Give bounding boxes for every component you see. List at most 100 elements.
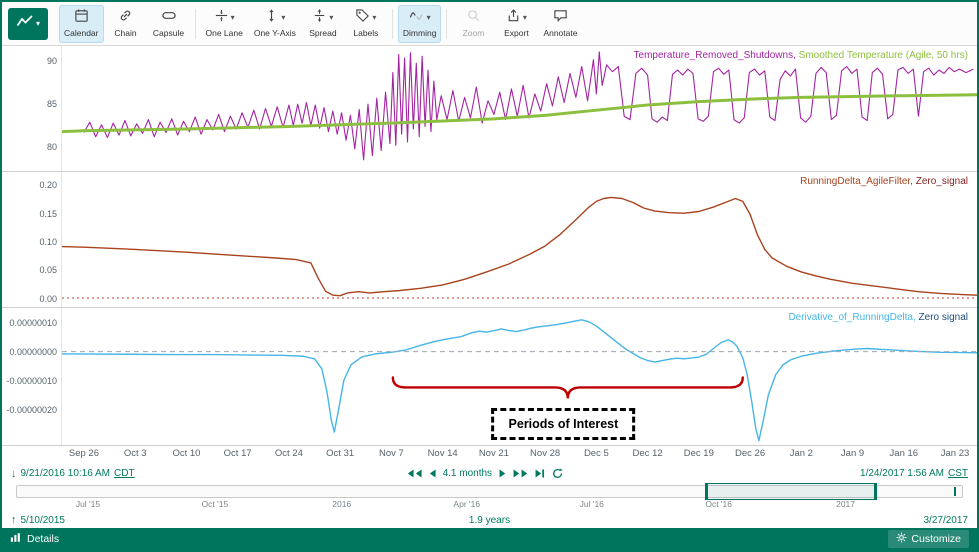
x-axis[interactable]: Sep 26Oct 3Oct 10Oct 17Oct 24Oct 31Nov 7… (62, 446, 977, 463)
toolbar-button-label: Capsule (153, 28, 184, 38)
y-axis-derivative[interactable]: 0.000000100.00000000-0.00000010-0.000000… (2, 308, 61, 445)
details-label: Details (27, 533, 59, 545)
chevron-down-icon: ▾ (329, 14, 333, 22)
customize-label: Customize (911, 533, 961, 545)
plot-area-derivative[interactable]: Derivative_of_RunningDelta, Zero signal … (61, 308, 977, 445)
chart-bars-icon (10, 532, 22, 546)
capsule-icon (161, 8, 177, 28)
lane-legend: RunningDelta_AgileFilter, Zero_signal (800, 176, 968, 187)
step-back-button[interactable] (429, 469, 436, 478)
display-end-timestamp[interactable]: 1/24/2017 1:56 AM (860, 468, 944, 479)
display-range-end[interactable]: 1/24/2017 1:56 AM CST (860, 468, 968, 479)
toolbar-button-label: One Lane (206, 28, 243, 38)
toolbar: ▾ CalendarChainCapsule▾One Lane▾One Y-Ax… (2, 2, 977, 46)
lane-temperature: 908580 Temperature_Removed_Shutdowns, Sm… (2, 46, 977, 172)
x-tick-label: Dec 19 (684, 448, 714, 459)
legend-item[interactable]: Zero signal (919, 312, 968, 323)
y-tick-label: 0.00000000 (9, 347, 57, 357)
legend-item[interactable]: RunningDelta_AgileFilter (800, 176, 910, 187)
x-tick-label: Oct 17 (224, 448, 252, 459)
y-axis-temperature[interactable]: 908580 (2, 46, 61, 171)
lane-legend: Derivative_of_RunningDelta, Zero signal (788, 312, 968, 323)
toolbar-button-spread[interactable]: ▾Spread (302, 5, 344, 43)
auto-update-button[interactable] (552, 468, 563, 479)
y-tick-label: 0.10 (39, 237, 57, 247)
lane-plot-svg[interactable] (62, 172, 977, 307)
trend-view-button[interactable]: ▾ (8, 8, 48, 40)
toolbar-separator (392, 9, 393, 39)
legend-item[interactable]: Smoothed Temperature (Agile, 50 hrs) (799, 50, 968, 61)
one-y-axis-icon (264, 8, 279, 28)
x-tick-label: Nov 21 (479, 448, 509, 459)
display-start-timestamp[interactable]: 9/21/2016 10:16 AM (21, 468, 111, 479)
toolbar-button-dimming[interactable]: ▾Dimming (398, 5, 442, 43)
toolbar-button-calendar[interactable]: Calendar (59, 5, 104, 43)
bottom-panel-bar: Details Customize (2, 528, 977, 550)
x-tick-label: Oct 10 (172, 448, 200, 459)
toolbar-button-one-y-axis[interactable]: ▾One Y-Axis (249, 5, 301, 43)
toolbar-button-labels[interactable]: ▾Labels (345, 5, 387, 43)
chevron-down-icon: ▾ (281, 14, 285, 22)
display-range-start[interactable]: ↓ 9/21/2016 10:16 AM CDT (11, 468, 135, 480)
display-end-timezone[interactable]: CST (948, 468, 968, 479)
x-tick-label: Nov 28 (530, 448, 560, 459)
toolbar-button-capsule[interactable]: Capsule (148, 5, 190, 43)
series-runningdelta-agilefilter[interactable] (62, 197, 977, 295)
y-tick-label: 80 (47, 142, 57, 152)
y-tick-label: 0.20 (39, 180, 57, 190)
go-to-end-button[interactable] (535, 469, 545, 478)
chevron-down-icon: ▾ (427, 14, 431, 22)
dimming-icon (409, 8, 425, 28)
trend-chart-area[interactable]: 908580 Temperature_Removed_Shutdowns, Sm… (2, 46, 977, 463)
brace-annotation[interactable] (393, 377, 743, 398)
step-forward-button[interactable] (499, 469, 506, 478)
zoom-icon (466, 8, 481, 28)
toolbar-button-group: CalendarChainCapsule▾One Lane▾One Y-Axis… (59, 5, 582, 43)
gear-icon (896, 532, 907, 546)
toolbar-button-label: Annotate (543, 28, 577, 38)
investigate-end-date[interactable]: 3/27/2017 (924, 515, 969, 526)
toolbar-separator (446, 9, 447, 39)
investigate-duration-label[interactable]: 1.9 years (469, 515, 510, 526)
legend-item[interactable]: Zero_signal (916, 176, 968, 187)
toolbar-button-label: Export (504, 28, 529, 38)
x-tick-label: Dec 12 (633, 448, 663, 459)
toolbar-button-one-lane[interactable]: ▾One Lane (201, 5, 248, 43)
plot-area-running-delta[interactable]: RunningDelta_AgileFilter, Zero_signal (61, 172, 977, 307)
lane-plot-svg[interactable] (62, 46, 977, 171)
legend-item[interactable]: Temperature_Removed_Shutdowns (634, 50, 794, 61)
toolbar-button-label: Calendar (64, 28, 99, 38)
legend-item[interactable]: Derivative_of_RunningDelta (788, 312, 913, 323)
annotation-periods-of-interest[interactable]: Periods of Interest (492, 408, 636, 440)
y-tick-label: 0.15 (39, 209, 57, 219)
toolbar-button-export[interactable]: ▾Export (495, 5, 537, 43)
toolbar-button-label: Labels (353, 28, 378, 38)
y-tick-label: 0.05 (39, 265, 57, 275)
skip-back-button[interactable] (407, 469, 422, 478)
y-axis-running-delta[interactable]: 0.200.150.100.050.00 (2, 172, 61, 307)
x-tick-label: Jan 9 (841, 448, 864, 459)
toolbar-button-annotate[interactable]: Annotate (538, 5, 582, 43)
toolbar-button-zoom: Zoom (452, 5, 494, 43)
toolbar-button-chain[interactable]: Chain (105, 5, 147, 43)
timebar-axis-labels: Jul '15Oct '152016Apr '16Jul '16Oct '162… (16, 499, 963, 510)
customize-button[interactable]: Customize (888, 530, 969, 548)
plot-area-temperature[interactable]: Temperature_Removed_Shutdowns, Smoothed … (61, 46, 977, 171)
lane-running-delta: 0.200.150.100.050.00 RunningDelta_AgileF… (2, 172, 977, 308)
timebar-selection-region[interactable] (705, 483, 877, 500)
display-start-timezone[interactable]: CDT (114, 468, 135, 479)
investigate-range-start[interactable]: ↑ 5/10/2015 (11, 514, 65, 526)
details-panel-toggle[interactable]: Details (10, 532, 59, 546)
investigate-start-date[interactable]: 5/10/2015 (21, 515, 66, 526)
toolbar-button-label: Chain (114, 28, 136, 38)
chain-icon (118, 8, 133, 28)
skip-forward-button[interactable] (513, 469, 528, 478)
display-duration-label[interactable]: 4.1 months (443, 468, 492, 479)
lane-derivative: 0.000000100.00000000-0.00000010-0.000000… (2, 308, 977, 446)
export-icon (506, 8, 521, 28)
series-smoothed-temperature[interactable] (62, 95, 977, 132)
timebar-track[interactable] (16, 485, 963, 498)
y-tick-label: -0.00000010 (6, 376, 57, 386)
series-temperature-removed-shutdowns[interactable] (84, 52, 973, 160)
x-tick-label: Oct 31 (326, 448, 354, 459)
